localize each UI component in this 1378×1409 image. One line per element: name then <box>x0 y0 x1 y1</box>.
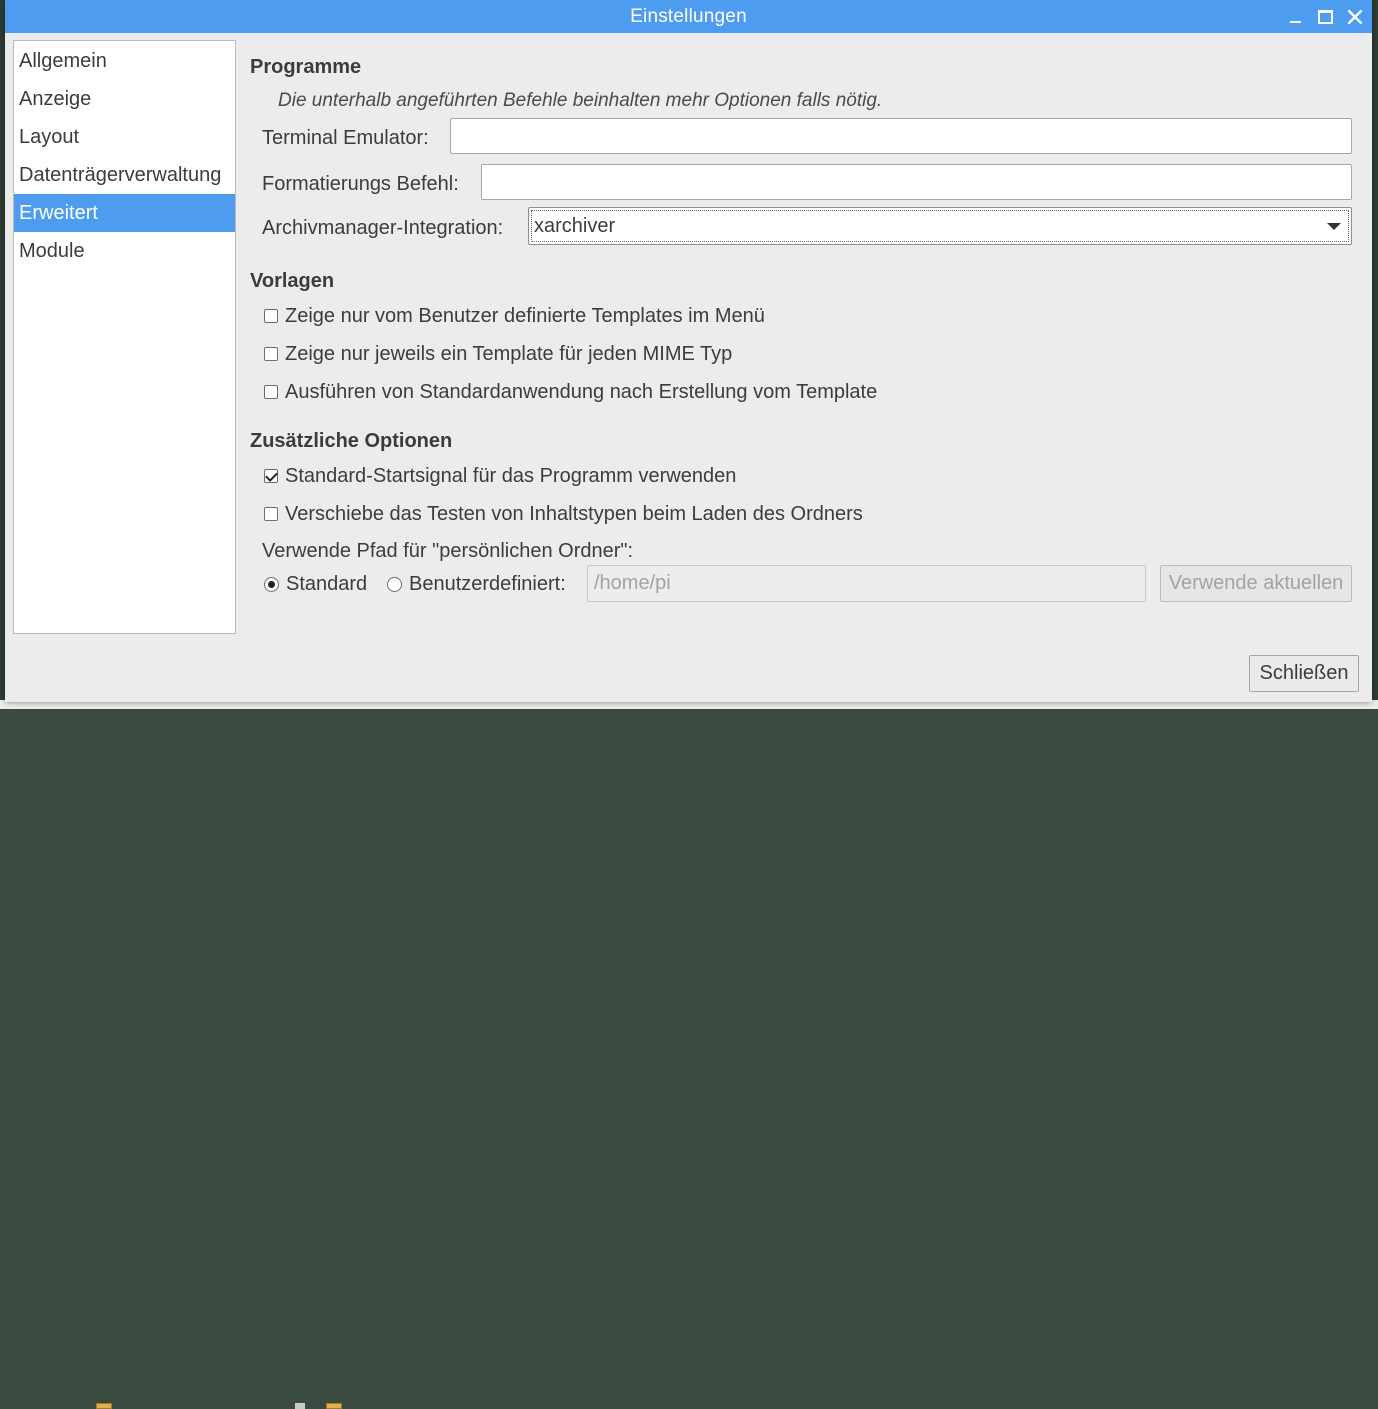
extra-option-default-launch-signal[interactable]: Standard-Startsignal für das Programm ve… <box>264 464 736 488</box>
column-separator <box>295 1403 305 1409</box>
radio-button-selected[interactable] <box>264 576 279 592</box>
category-list: Allgemein Anzeige Layout Datenträgerverw… <box>13 40 236 634</box>
checkbox-label[interactable]: Verschiebe das Testen von Inhaltstypen b… <box>285 503 863 526</box>
sidebar-item-anzeige[interactable]: Anzeige <box>14 80 235 118</box>
checkbox[interactable] <box>264 507 278 521</box>
sidebar-item-datentraegerverwaltung[interactable]: Datenträgerverwaltung <box>14 156 235 194</box>
radio-default-option[interactable]: Standard <box>264 572 367 596</box>
title-bar[interactable]: Einstellungen <box>5 0 1372 33</box>
section-heading-programs: Programme <box>250 56 362 78</box>
archiver-label: Archivmanager-Integration: <box>262 217 504 239</box>
sidebar-item-allgemein[interactable]: Allgemein <box>14 42 235 80</box>
minimize-button[interactable] <box>1282 0 1308 33</box>
radio-label[interactable]: Benutzerdefiniert: <box>409 573 566 596</box>
checkbox[interactable] <box>264 385 278 399</box>
maximize-icon <box>1317 9 1333 24</box>
section-heading-extra-options: Zusätzliche Optionen <box>250 430 453 452</box>
radio-custom-option[interactable]: Benutzerdefiniert: <box>387 572 566 596</box>
minimize-icon <box>1289 20 1301 23</box>
preferences-dialog: Einstellungen Allgemein Anzeige Layout D… <box>5 0 1372 702</box>
radio-label[interactable]: Standard <box>286 573 367 596</box>
close-icon <box>1348 9 1362 24</box>
close-window-button[interactable] <box>1342 0 1368 33</box>
desktop-background-right <box>1372 0 1378 709</box>
settings-panel: Programme Die unterhalb angeführten Befe… <box>250 40 1360 640</box>
home-path-label: Verwende Pfad für "persönlichen Ordner": <box>262 540 634 562</box>
custom-path-input[interactable] <box>587 565 1146 602</box>
checkbox[interactable] <box>264 347 278 361</box>
extra-option-defer-content-type[interactable]: Verschiebe das Testen von Inhaltstypen b… <box>264 502 863 526</box>
programs-note: Die unterhalb angeführten Befehle beinha… <box>278 90 883 111</box>
format-command-input[interactable] <box>481 164 1352 200</box>
template-option-run-default-app[interactable]: Ausführen von Standardanwendung nach Ers… <box>264 380 877 404</box>
maximize-button[interactable] <box>1312 0 1338 33</box>
radio-button[interactable] <box>387 576 402 592</box>
archiver-select[interactable]: xarchiver <box>528 207 1352 245</box>
checkbox[interactable] <box>264 309 278 323</box>
template-option-one-per-mime[interactable]: Zeige nur jeweils ein Template für jeden… <box>264 342 732 366</box>
window-title: Einstellungen <box>630 6 747 27</box>
sidebar-item-module[interactable]: Module <box>14 232 235 270</box>
template-option-user-only[interactable]: Zeige nur vom Benutzer definierte Templa… <box>264 304 765 328</box>
archiver-selected-value: xarchiver <box>534 215 616 237</box>
terminal-label: Terminal Emulator: <box>262 127 429 149</box>
section-heading-templates: Vorlagen <box>250 270 335 292</box>
folder-icon <box>326 1403 342 1409</box>
checkbox-label[interactable]: Standard-Startsignal für das Programm ve… <box>285 465 736 488</box>
format-command-label: Formatierungs Befehl: <box>262 173 459 195</box>
sidebar-item-erweitert[interactable]: Erweitert <box>14 194 235 232</box>
checkbox-label[interactable]: Zeige nur vom Benutzer definierte Templa… <box>285 305 765 328</box>
use-current-button[interactable]: Verwende aktuellen <box>1160 565 1352 602</box>
sidebar-item-layout[interactable]: Layout <box>14 118 235 156</box>
folder-icon <box>96 1403 112 1409</box>
checkbox-label[interactable]: Ausführen von Standardanwendung nach Ers… <box>285 381 877 404</box>
checkbox-label[interactable]: Zeige nur jeweils ein Template für jeden… <box>285 343 732 366</box>
close-button[interactable]: Schließen <box>1249 655 1359 692</box>
checkbox-checked[interactable] <box>264 469 278 483</box>
dropdown-arrow-icon <box>1327 223 1341 230</box>
terminal-emulator-input[interactable] <box>450 118 1352 154</box>
focus-ring <box>531 210 1349 242</box>
